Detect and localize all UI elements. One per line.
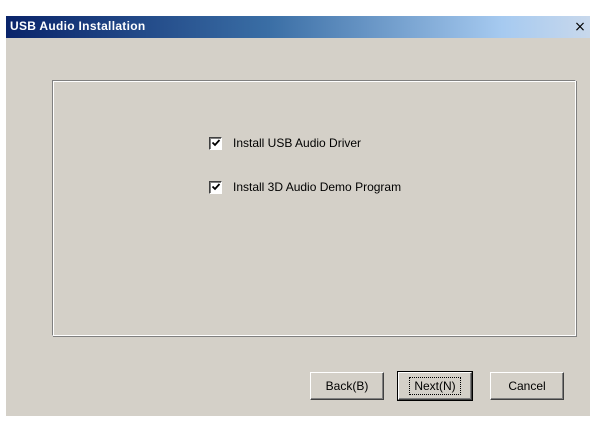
install-driver-label: Install USB Audio Driver xyxy=(233,136,362,150)
title-bar[interactable]: USB Audio Installation × xyxy=(6,16,590,38)
window-title: USB Audio Installation xyxy=(10,19,146,33)
next-button[interactable]: Next(N) xyxy=(397,371,473,401)
checkmark-icon xyxy=(211,182,221,190)
next-button-label: Next(N) xyxy=(409,377,461,395)
option-install-driver[interactable]: Install USB Audio Driver xyxy=(209,135,361,151)
option-install-demo[interactable]: Install 3D Audio Demo Program xyxy=(209,179,401,195)
options-panel: Install USB Audio Driver Install 3D Audi… xyxy=(52,80,576,336)
cancel-button[interactable]: Cancel xyxy=(490,372,564,400)
checkmark-icon xyxy=(211,138,221,146)
install-demo-checkbox[interactable] xyxy=(209,180,222,194)
install-demo-label: Install 3D Audio Demo Program xyxy=(233,180,402,194)
close-icon[interactable]: × xyxy=(572,19,588,35)
installer-window: USB Audio Installation × Install USB Aud… xyxy=(6,16,590,416)
install-driver-checkbox[interactable] xyxy=(209,136,222,150)
back-button[interactable]: Back(B) xyxy=(310,372,384,400)
